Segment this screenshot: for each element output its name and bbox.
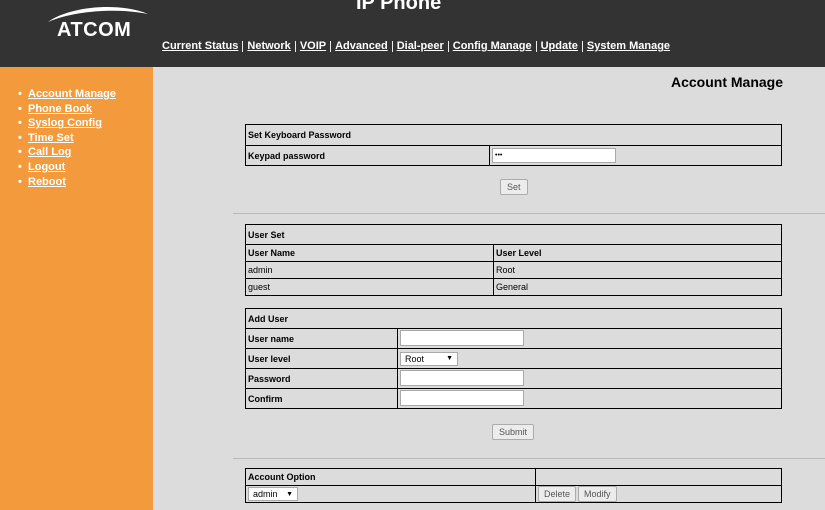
sidebar-link-account-manage[interactable]: Account Manage — [28, 88, 116, 100]
dropdown-arrow-icon: ▼ — [446, 355, 453, 362]
logo-text: ATCOM — [57, 19, 132, 41]
nav-separator — [581, 40, 583, 52]
nav-update[interactable]: Update — [541, 40, 578, 52]
bullet-icon: • — [18, 131, 22, 144]
account-option-title: Account Option — [245, 468, 536, 486]
nav-separator — [447, 40, 449, 52]
sidebar-link-syslog-config[interactable]: Syslog Config — [28, 117, 102, 129]
keypad-password-cell: ••• — [489, 145, 782, 166]
sidebar-item-syslog-config: • Syslog Config — [18, 116, 116, 131]
column-header-user-name: User Name — [245, 244, 494, 262]
account-option-header-blank — [535, 468, 782, 486]
sidebar-link-call-log[interactable]: Call Log — [28, 146, 71, 158]
sidebar-item-time-set: • Time Set — [18, 131, 116, 146]
bullet-icon: • — [18, 175, 22, 188]
nav-separator — [330, 40, 332, 52]
table-row: admin Root — [245, 261, 782, 279]
table-row: guest General — [245, 278, 782, 296]
user-level-value: Root — [405, 353, 425, 364]
user-name-cell: admin — [245, 261, 494, 279]
user-set-table: User Set User Name User Level admin Root… — [245, 224, 782, 296]
set-button[interactable]: Set — [500, 179, 528, 195]
sidebar-item-account-manage: • Account Manage — [18, 87, 116, 102]
modify-button[interactable]: Modify — [578, 486, 617, 502]
account-select-cell: admin ▼ — [245, 485, 536, 503]
account-select[interactable]: admin ▼ — [248, 487, 298, 501]
nav-separator — [294, 40, 296, 52]
confirm-label: Confirm — [245, 388, 398, 409]
sidebar: • Account Manage • Phone Book • Syslog Conf… — [0, 67, 153, 510]
password-cell — [397, 368, 782, 389]
column-header-user-level: User Level — [493, 244, 782, 262]
user-name-label: User name — [245, 328, 398, 349]
user-set-title: User Set — [245, 224, 782, 245]
nav-separator — [535, 40, 537, 52]
add-user-title: Add User — [245, 308, 782, 329]
account-option-table: Account Option admin ▼ Delete Modify — [245, 468, 782, 503]
sidebar-item-reboot: • Reboot — [18, 175, 116, 190]
user-level-label: User level — [245, 348, 398, 369]
delete-button[interactable]: Delete — [538, 486, 577, 502]
sidebar-item-logout: • Logout — [18, 160, 116, 175]
bullet-icon: • — [18, 102, 22, 115]
top-navigation: Current Status Network VOIP Advanced Dia… — [162, 40, 670, 52]
keyboard-section-title: Set Keyboard Password — [245, 124, 782, 146]
nav-system-manage[interactable]: System Manage — [587, 40, 670, 52]
nav-separator — [391, 40, 393, 52]
confirm-cell — [397, 388, 782, 409]
nav-separator — [242, 40, 244, 52]
sidebar-link-reboot[interactable]: Reboot — [28, 176, 66, 188]
user-name-input[interactable] — [400, 329, 524, 346]
nav-dial-peer[interactable]: Dial-peer — [397, 40, 444, 52]
nav-current-status[interactable]: Current Status — [162, 40, 238, 52]
nav-network[interactable]: Network — [247, 40, 290, 52]
user-level-cell: Root ▼ — [397, 348, 782, 369]
sidebar-link-phone-book[interactable]: Phone Book — [28, 103, 92, 115]
user-name-cell — [397, 328, 782, 349]
password-label: Password — [245, 368, 398, 389]
keyboard-password-table: Set Keyboard Password Keypad password ••… — [245, 124, 782, 166]
account-select-value: admin — [253, 489, 278, 499]
section-divider — [233, 458, 825, 459]
nav-voip[interactable]: VOIP — [300, 40, 326, 52]
bullet-icon: • — [18, 117, 22, 130]
sidebar-link-time-set[interactable]: Time Set — [28, 132, 74, 144]
add-user-table: Add User User name User level Root ▼ Pass… — [245, 308, 782, 409]
password-input[interactable] — [400, 369, 524, 386]
header-bar: ATCOM IP Phone Current Status Network VO… — [0, 0, 825, 67]
user-level-cell: Root — [493, 261, 782, 279]
bullet-icon: • — [18, 88, 22, 100]
page-title: Account Manage — [670, 74, 783, 90]
nav-advanced[interactable]: Advanced — [335, 40, 388, 52]
sidebar-menu: • Account Manage • Phone Book • Syslog Conf… — [18, 87, 116, 189]
app-title: IP Phone — [356, 0, 442, 14]
sidebar-link-logout[interactable]: Logout — [28, 161, 65, 173]
main-content: Account Manage Set Keyboard Password Key… — [153, 67, 825, 510]
bullet-icon: • — [18, 146, 22, 159]
bullet-icon: • — [18, 160, 22, 173]
confirm-input[interactable] — [400, 389, 524, 406]
keypad-password-input[interactable]: ••• — [492, 148, 616, 163]
dropdown-arrow-icon: ▼ — [286, 490, 293, 498]
keypad-password-label: Keypad password — [245, 145, 490, 166]
nav-config-manage[interactable]: Config Manage — [453, 40, 532, 52]
sidebar-item-phone-book: • Phone Book — [18, 102, 116, 117]
account-actions-cell: Delete Modify — [535, 485, 782, 503]
user-level-cell: General — [493, 278, 782, 296]
submit-button[interactable]: Submit — [492, 424, 535, 440]
user-name-cell: guest — [245, 278, 494, 296]
atcom-logo: ATCOM — [20, 0, 148, 42]
user-level-select[interactable]: Root ▼ — [400, 351, 458, 366]
section-divider — [233, 213, 825, 214]
sidebar-item-call-log: • Call Log — [18, 145, 116, 160]
